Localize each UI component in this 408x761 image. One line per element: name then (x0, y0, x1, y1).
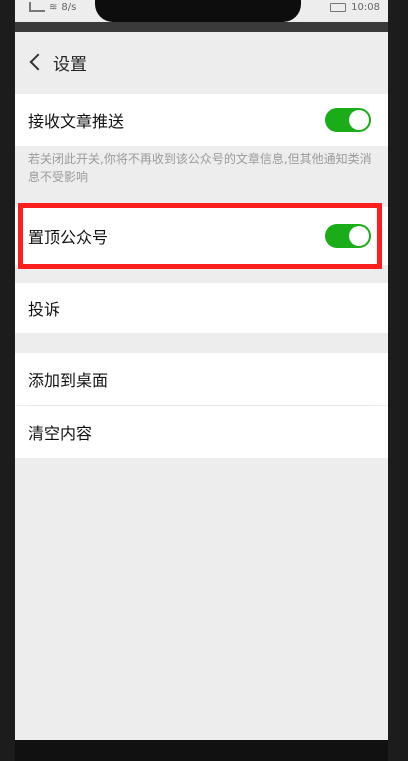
add-desktop-label: 添加到桌面 (28, 371, 109, 390)
status-time: 10:08 (351, 1, 380, 13)
status-right: 10:08 (330, 0, 380, 14)
receive-push-toggle[interactable] (325, 108, 371, 132)
status-left: ≋ 8/s (29, 0, 76, 14)
setting-clear-content[interactable]: 清空内容 (15, 406, 388, 458)
system-nav-bar (15, 740, 388, 761)
clear-content-label: 清空内容 (28, 424, 93, 443)
network-speed: 8/s (61, 1, 77, 13)
status-overlay (15, 22, 388, 32)
setting-receive-push[interactable]: 接收文章推送 (15, 94, 388, 146)
wifi-icon: ≋ (49, 1, 58, 13)
highlight-box (18, 203, 382, 269)
setting-add-desktop[interactable]: 添加到桌面 (15, 353, 388, 405)
signal-icon (29, 2, 45, 12)
back-icon[interactable] (29, 55, 43, 69)
page-title: 设置 (53, 54, 87, 75)
battery-icon (330, 2, 347, 12)
nav-bar: 设置 (15, 32, 388, 92)
camera-notch (95, 0, 301, 22)
receive-push-hint: 若关闭此开关,你将不再收到该公众号的文章信息,但其他通知类消息不受影响 (28, 152, 372, 184)
receive-push-label: 接收文章推送 (28, 112, 125, 131)
complain-label: 投诉 (28, 300, 61, 319)
setting-complain[interactable]: 投诉 (15, 283, 388, 333)
